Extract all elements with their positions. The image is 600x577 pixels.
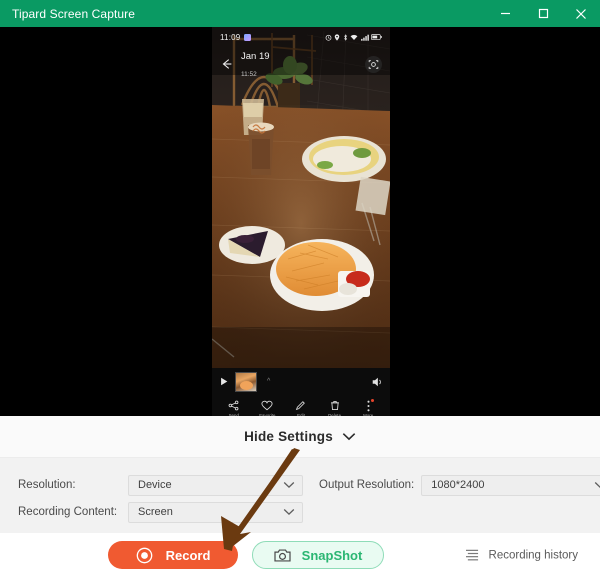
- settings-panel: Resolution: Device Output Resolution: 10…: [0, 458, 600, 533]
- chevron-down-icon: [342, 433, 356, 441]
- record-button-label: Record: [165, 547, 211, 563]
- resolution-label: Resolution:: [18, 479, 76, 491]
- heart-icon: [261, 399, 273, 412]
- volume-icon[interactable]: [371, 376, 383, 388]
- wifi-icon: [350, 34, 358, 40]
- hide-settings-label: Hide Settings: [244, 429, 333, 444]
- google-lens-icon[interactable]: [365, 55, 382, 73]
- timeline-caret: ^: [267, 377, 271, 385]
- recording-content-label: Recording Content:: [18, 506, 118, 518]
- gallery-action-send[interactable]: Send: [217, 399, 251, 416]
- output-resolution-label: Output Resolution:: [319, 479, 415, 491]
- title-bar: Tipard Screen Capture: [0, 0, 600, 27]
- photo-time: 11:52: [241, 71, 257, 78]
- location-icon: [334, 33, 340, 41]
- alarm-icon: [325, 34, 331, 41]
- gallery-header: Jan 19 11:52: [212, 47, 390, 81]
- settings-row-recording-content: Recording Content: Screen: [18, 499, 582, 525]
- gallery-action-favorite[interactable]: Favorite: [251, 399, 285, 416]
- back-arrow-icon[interactable]: [220, 57, 234, 71]
- status-clock: 11:09: [220, 32, 241, 42]
- snapshot-button[interactable]: SnapShot: [252, 541, 384, 569]
- share-icon: [228, 399, 239, 412]
- status-icons: [325, 33, 383, 41]
- recording-history-label: Recording history: [488, 549, 578, 561]
- play-icon[interactable]: [219, 376, 229, 387]
- gallery-action-delete[interactable]: Delete: [318, 399, 352, 416]
- notification-badge-icon: [244, 33, 252, 41]
- video-player-bar[interactable]: ^: [212, 368, 390, 395]
- app-window: Tipard Screen Capture 11:09 Jan 19 11:52…: [0, 0, 600, 577]
- resolution-value: Device: [138, 479, 172, 491]
- record-circle-icon: [136, 547, 152, 563]
- chevron-down-icon: [283, 476, 295, 494]
- photo-date: Jan 19: [241, 51, 270, 63]
- trash-icon: [330, 399, 340, 412]
- device-preview[interactable]: 11:09 Jan 19 11:52 ^ Send Favorite Edit …: [212, 27, 390, 416]
- chevron-down-icon: [283, 503, 295, 521]
- minimize-button[interactable]: [486, 0, 524, 27]
- resolution-select[interactable]: Device: [128, 474, 303, 496]
- video-timeline-track[interactable]: ^: [261, 372, 366, 392]
- maximize-button[interactable]: [524, 0, 562, 27]
- preview-stage: 11:09 Jan 19 11:52 ^ Send Favorite Edit …: [0, 27, 600, 416]
- snapshot-button-label: SnapShot: [301, 547, 363, 563]
- chevron-down-icon: [594, 476, 600, 494]
- list-icon: [465, 549, 478, 561]
- window-controls: [486, 0, 600, 27]
- settings-row-resolution: Resolution: Device Output Resolution: 10…: [18, 472, 600, 498]
- bottom-action-bar: Record SnapShot Recording history: [0, 533, 600, 577]
- app-title: Tipard Screen Capture: [12, 6, 136, 21]
- battery-icon: [371, 34, 382, 40]
- video-thumbnail[interactable]: [235, 371, 257, 392]
- recording-history-button[interactable]: Recording history: [465, 549, 578, 562]
- record-button[interactable]: Record: [108, 541, 238, 569]
- bluetooth-icon: [343, 33, 347, 41]
- device-status-bar: 11:09: [212, 27, 390, 47]
- close-button[interactable]: [562, 0, 600, 27]
- recording-content-value: Screen: [138, 506, 173, 518]
- photo-datetime: Jan 19 11:52: [241, 47, 270, 81]
- more-vertical-icon: [366, 399, 371, 412]
- more-badge-dot: [370, 399, 374, 402]
- signal-icon: [360, 34, 369, 41]
- recording-content-select[interactable]: Screen: [128, 501, 303, 523]
- gallery-action-more[interactable]: More: [351, 399, 385, 416]
- gallery-action-edit[interactable]: Edit: [284, 399, 318, 416]
- gallery-action-row: Send Favorite Edit Delete More: [212, 395, 390, 416]
- camera-icon: [274, 548, 291, 562]
- pencil-icon: [295, 399, 306, 412]
- hide-settings-toggle[interactable]: Hide Settings: [0, 416, 600, 458]
- output-resolution-value: 1080*2400: [431, 479, 485, 491]
- output-resolution-select[interactable]: 1080*2400: [421, 474, 600, 496]
